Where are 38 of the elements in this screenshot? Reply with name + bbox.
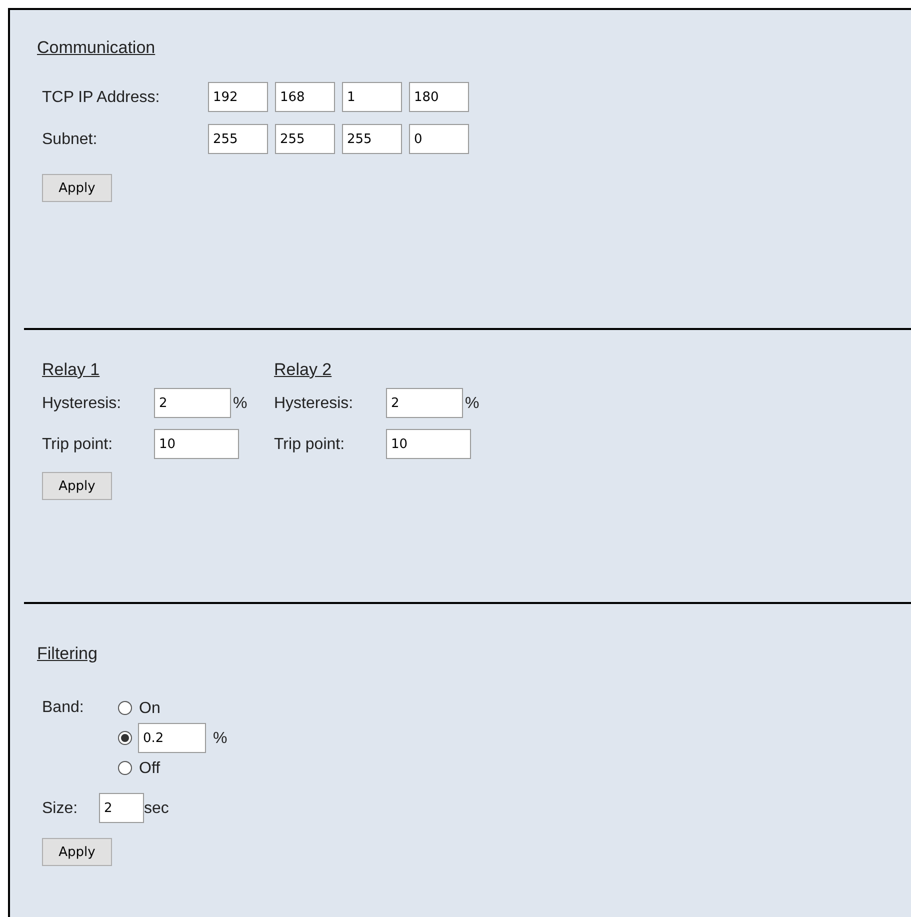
field-label: Hysteresis:: [42, 394, 122, 413]
apply-button[interactable]: Apply: [42, 838, 112, 866]
input-field[interactable]: 10: [154, 429, 239, 460]
input-field[interactable]: 168: [275, 82, 335, 112]
radio-button[interactable]: [118, 761, 132, 776]
field-label: Trip point:: [42, 434, 114, 454]
input-field[interactable]: 1: [342, 82, 402, 112]
unit-label: %: [465, 394, 480, 413]
input-field[interactable]: 2: [99, 793, 144, 824]
apply-button[interactable]: Apply: [42, 174, 112, 202]
input-field[interactable]: 2: [154, 388, 231, 418]
option-label: On: [139, 698, 160, 718]
field-label: Size:: [42, 798, 79, 818]
field-label: Hysteresis:: [274, 394, 354, 413]
section-title: Relay 1: [42, 360, 100, 380]
input-field[interactable]: 180: [409, 82, 469, 112]
input-field[interactable]: 255: [342, 124, 402, 154]
section-title: Filtering: [37, 644, 98, 664]
unit-label: sec: [144, 798, 169, 818]
unit-label: %: [233, 394, 248, 413]
input-field[interactable]: 2: [386, 388, 463, 418]
unit-label: %: [213, 728, 228, 748]
field-label: TCP IP Address:: [42, 88, 161, 107]
field-label: Subnet:: [42, 130, 98, 149]
option-label: Off: [139, 758, 160, 778]
field-label: Trip point:: [274, 434, 346, 454]
input-field[interactable]: 255: [275, 124, 335, 154]
section-title: Relay 2: [274, 360, 332, 380]
input-field[interactable]: 255: [208, 124, 268, 154]
input-field[interactable]: 0.2: [138, 723, 206, 754]
input-field[interactable]: 10: [386, 429, 471, 460]
radio-button[interactable]: [118, 731, 132, 746]
input-field[interactable]: 192: [208, 82, 268, 112]
section-title: Communication: [37, 38, 156, 58]
radio-button[interactable]: [118, 701, 132, 716]
input-field[interactable]: 0: [409, 124, 469, 154]
apply-button[interactable]: Apply: [42, 472, 112, 500]
field-label: Band:: [42, 698, 85, 718]
